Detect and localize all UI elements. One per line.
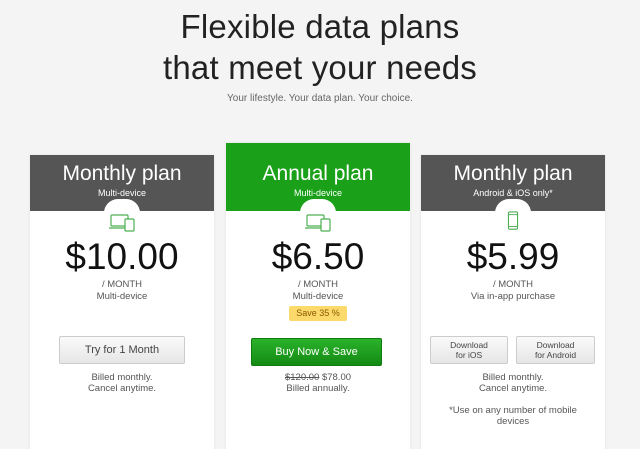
multi-device-icon	[109, 214, 135, 232]
download-ios-button[interactable]: Download for iOS	[430, 336, 508, 364]
page-title-line-1: Flexible data plans	[180, 8, 460, 45]
try-1-month-button[interactable]: Try for 1 Month	[59, 336, 185, 364]
plan-card-monthly-mobile: Monthly plan Android & iOS only* $5.99 /…	[421, 155, 605, 449]
plan-card-annual: Annual plan Multi-device $6.50 / MONTH M…	[226, 143, 410, 449]
plan-subtitle: Multi-device	[293, 188, 342, 198]
billing-note-line-2: Cancel anytime.	[478, 383, 548, 394]
download-ios-line-2: for iOS	[455, 350, 483, 360]
multi-device-icon	[305, 214, 331, 232]
download-ios-line-1: Download	[450, 340, 488, 350]
plan-detail: Via in-app purchase	[470, 291, 556, 302]
price-comparison: $120.00 $78.00	[226, 372, 410, 383]
download-android-line-1: Download	[536, 340, 575, 350]
header-notch	[300, 199, 336, 213]
plan-title: Monthly plan	[62, 162, 182, 185]
page-subtitle: Your lifestyle. Your data plan. Your cho…	[227, 93, 413, 104]
price-period: / MONTH	[101, 279, 143, 290]
billing-note-line-1: Billed monthly.	[482, 372, 544, 383]
billing-note-line-1: Billed monthly.	[91, 372, 153, 383]
header-notch	[104, 199, 140, 213]
billing-note: Billed monthly. Cancel anytime.	[30, 372, 214, 394]
plan-subtitle: Android & iOS only*	[473, 188, 553, 198]
footnote-line-1: *Use on any number of mobile	[449, 405, 577, 416]
page-title-line-2: that meet your needs	[162, 49, 478, 86]
old-price: $120.00	[284, 372, 320, 383]
buy-now-save-button[interactable]: Buy Now & Save	[251, 338, 382, 366]
plan-detail: Multi-device	[96, 291, 148, 302]
plan-title: Annual plan	[262, 162, 374, 185]
download-android-button[interactable]: Download for Android	[516, 336, 595, 364]
billing-note-line-2: Billed annually.	[286, 383, 350, 394]
billing-note: Billed monthly. Cancel anytime.	[421, 372, 605, 394]
plan-card-monthly-multi: Monthly plan Multi-device $10.00 / MONTH…	[30, 155, 214, 449]
plan-price: $5.99	[466, 236, 560, 277]
footnote: *Use on any number of mobile devices	[421, 405, 605, 427]
price-period: / MONTH	[492, 279, 534, 290]
download-android-line-2: for Android	[534, 350, 577, 360]
billing-note-line-2: Cancel anytime.	[87, 383, 157, 394]
new-price: $78.00	[321, 372, 352, 383]
plan-title: Monthly plan	[453, 162, 573, 185]
plan-price: $6.50	[271, 236, 365, 277]
phone-icon	[507, 211, 519, 230]
price-period: / MONTH	[297, 279, 339, 290]
page-title: Flexible data plans that meet your needs	[0, 6, 640, 88]
save-badge: Save 35 %	[289, 306, 347, 321]
plan-detail: Multi-device	[292, 291, 344, 302]
billing-note: $120.00 $78.00 Billed annually.	[226, 372, 410, 394]
plan-subtitle: Multi-device	[97, 188, 146, 198]
plan-price: $10.00	[65, 236, 179, 277]
footnote-line-2: devices	[496, 416, 530, 427]
